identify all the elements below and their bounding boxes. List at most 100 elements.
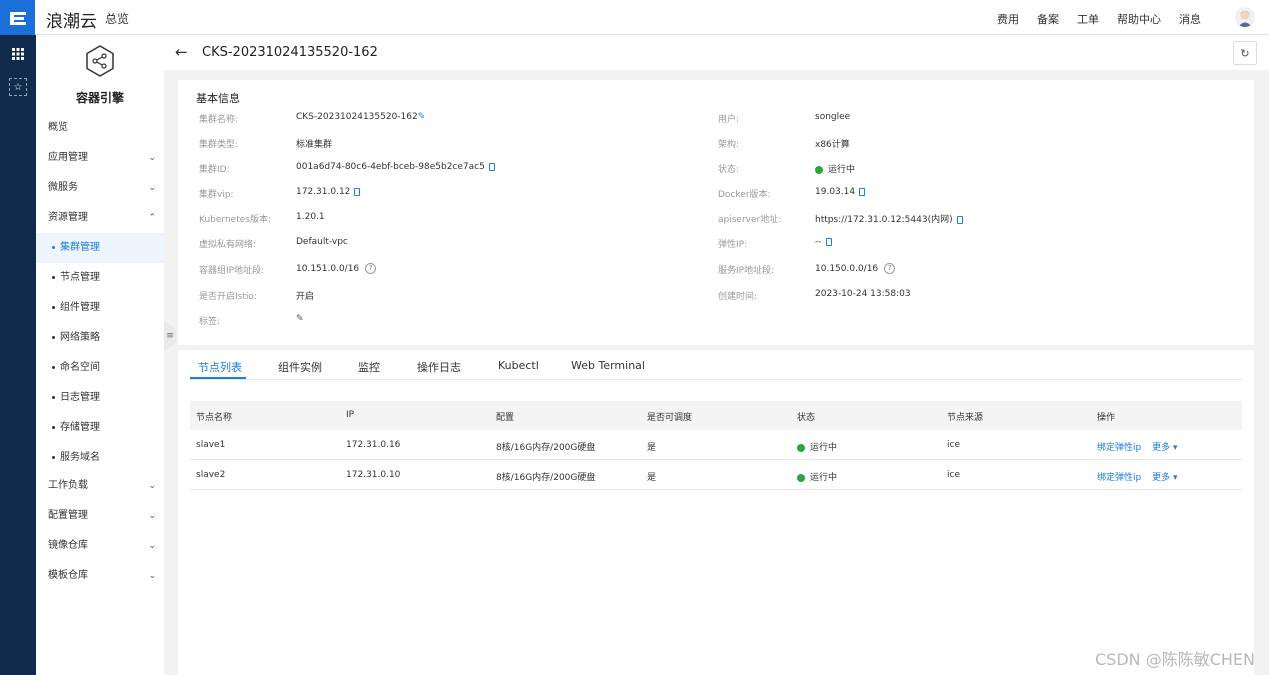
bullet-icon — [52, 455, 55, 459]
sidebar-item-microservice[interactable]: 微服务 ⌄ — [36, 173, 164, 203]
back-arrow-icon[interactable]: ← — [175, 43, 188, 61]
info-value: 10.150.0.0/16 — [815, 264, 879, 274]
bullet-icon — [52, 305, 55, 309]
info-value: 运行中 — [828, 165, 856, 175]
sidebar-item-label: 网络策略 — [60, 332, 100, 343]
copy-icon[interactable] — [956, 215, 963, 224]
info-value: 开启 — [296, 292, 315, 302]
tabs-panel: 节点列表 组件实例 监控 操作日志 Kubectl Web Terminal 节… — [178, 350, 1254, 675]
info-label: 集群ID: — [199, 165, 230, 175]
info-label: Docker版本: — [718, 190, 771, 200]
sidebar-item-label: 工作负载 — [48, 480, 88, 491]
star-favorites-icon[interactable]: ☆ — [9, 78, 27, 96]
top-link-billing[interactable]: 费用 — [997, 11, 1019, 27]
info-label: 状态: — [718, 165, 740, 175]
edit-icon[interactable]: ✎ — [296, 314, 304, 324]
tags-value: ✎ — [296, 314, 304, 324]
more-dropdown[interactable]: 更多 ▾ — [1152, 473, 1177, 483]
copy-icon[interactable] — [354, 187, 361, 196]
node-schedulable-cell: 是 — [647, 473, 657, 483]
top-bar: 浪潮云 总览 费用 备案 工单 帮助中心 消息 — [0, 0, 1269, 35]
sidebar-item-overview[interactable]: 概览 — [36, 113, 164, 143]
help-icon[interactable]: ? — [884, 263, 896, 274]
edit-icon[interactable]: ✎ — [418, 112, 426, 122]
sidebar-item-label: 配置管理 — [48, 510, 88, 521]
tab-monitoring[interactable]: 监控 — [358, 359, 380, 375]
sidebar-item-template-registry[interactable]: 模板仓库 ⌄ — [36, 561, 164, 591]
bind-eip-link[interactable]: 绑定弹性ip — [1097, 443, 1141, 453]
bullet-icon — [52, 275, 55, 279]
sidebar-item-resource-management[interactable]: 资源管理 ⌃ — [36, 203, 164, 233]
info-value: 10.151.0.0/16 — [296, 264, 360, 274]
sidebar-item-label: 模板仓库 — [48, 570, 88, 581]
help-icon[interactable]: ? — [365, 263, 377, 274]
node-schedulable-cell: 是 — [647, 443, 657, 453]
sidebar-item-storage-management[interactable]: 存储管理 — [36, 413, 164, 443]
chevron-down-icon: ⌄ — [148, 541, 156, 551]
top-link-ticket[interactable]: 工单 — [1077, 11, 1099, 27]
sidebar-item-service-domain[interactable]: 服务域名 — [36, 443, 164, 473]
node-status-cell: 运行中 — [797, 440, 837, 453]
info-value: 172.31.0.12 — [296, 187, 351, 197]
sidebar-item-cluster-management[interactable]: 集群管理 — [36, 233, 164, 263]
cluster-name-value: CKS-20231024135520-162✎ — [296, 112, 425, 122]
tab-operation-log[interactable]: 操作日志 — [417, 359, 461, 375]
sidebar-item-node-management[interactable]: 节点管理 — [36, 263, 164, 293]
more-dropdown[interactable]: 更多 ▾ — [1152, 443, 1177, 453]
copy-icon[interactable] — [488, 162, 495, 171]
tab-kubectl[interactable]: Kubectl — [498, 359, 539, 372]
status-value: 运行中 — [815, 162, 855, 175]
info-value: -- — [815, 237, 822, 247]
copy-icon[interactable] — [825, 237, 832, 246]
tab-web-terminal[interactable]: Web Terminal — [571, 359, 645, 372]
logo-icon[interactable] — [0, 0, 35, 35]
sidebar-item-network-policy[interactable]: 网络策略 — [36, 323, 164, 353]
grid-menu-icon[interactable] — [9, 45, 27, 63]
top-link-filing[interactable]: 备案 — [1037, 11, 1059, 27]
avatar[interactable] — [1235, 7, 1255, 27]
status-text: 运行中 — [810, 473, 838, 483]
tab-component-instances[interactable]: 组件实例 — [278, 359, 322, 375]
tab-node-list[interactable]: 节点列表 — [198, 359, 242, 375]
sidebar-item-app-management[interactable]: 应用管理 ⌄ — [36, 143, 164, 173]
sidebar-item-namespace[interactable]: 命名空间 — [36, 353, 164, 383]
sidebar-item-label: 日志管理 — [60, 392, 100, 403]
bullet-icon — [52, 365, 55, 369]
info-label: 弹性IP: — [718, 240, 748, 250]
sidebar-item-label: 命名空间 — [60, 362, 100, 373]
info-label: 标签: — [199, 317, 221, 327]
chevron-down-icon: ⌄ — [148, 183, 156, 193]
watermark: CSDN @陈陈敏CHEN — [1095, 650, 1255, 669]
info-value: 19.03.14 — [815, 187, 856, 197]
brand-name[interactable]: 浪潮云 — [46, 7, 97, 32]
chevron-down-icon: ⌄ — [148, 511, 156, 521]
info-label: 是否开启Istio: — [199, 292, 257, 302]
sidebar-item-config-management[interactable]: 配置管理 ⌄ — [36, 501, 164, 531]
top-link-messages[interactable]: 消息 — [1179, 11, 1201, 27]
chevron-up-icon: ⌃ — [148, 213, 156, 223]
sidebar-item-label: 微服务 — [48, 182, 78, 193]
sidebar-collapse-handle[interactable]: ≡ — [164, 320, 176, 352]
info-value: https://172.31.0.12:5443(内网) — [815, 215, 953, 225]
copy-icon[interactable] — [859, 187, 866, 196]
sidebar-item-log-management[interactable]: 日志管理 — [36, 383, 164, 413]
sidebar: 容器引擎 概览 应用管理 ⌄ 微服务 ⌄ 资源管理 ⌃ 集群管理 节点管理 组件管理 … — [36, 35, 164, 675]
bind-eip-link[interactable]: 绑定弹性ip — [1097, 473, 1141, 483]
sidebar-item-image-registry[interactable]: 镜像仓库 ⌄ — [36, 531, 164, 561]
overview-link[interactable]: 总览 — [105, 10, 129, 27]
refresh-button[interactable]: ↻ — [1233, 41, 1257, 65]
sidebar-item-label: 资源管理 — [48, 212, 88, 223]
node-source-cell: ice — [947, 470, 960, 480]
sidebar-item-workload[interactable]: 工作负载 ⌄ — [36, 471, 164, 501]
docker-version-value: 19.03.14 — [815, 187, 866, 197]
info-label: 服务IP地址段: — [718, 266, 775, 276]
sidebar-item-component-management[interactable]: 组件管理 — [36, 293, 164, 323]
info-value: songlee — [815, 112, 851, 122]
bullet-icon — [52, 245, 55, 249]
table-header: 节点名称 IP 配置 是否可调度 状态 节点来源 操作 — [190, 401, 1242, 430]
top-link-help[interactable]: 帮助中心 — [1117, 11, 1161, 27]
sidebar-item-label: 服务域名 — [60, 452, 100, 463]
info-label: Kubernetes版本: — [199, 215, 271, 225]
column-header: 节点名称 — [196, 413, 233, 423]
info-value: 1.20.1 — [296, 212, 325, 222]
